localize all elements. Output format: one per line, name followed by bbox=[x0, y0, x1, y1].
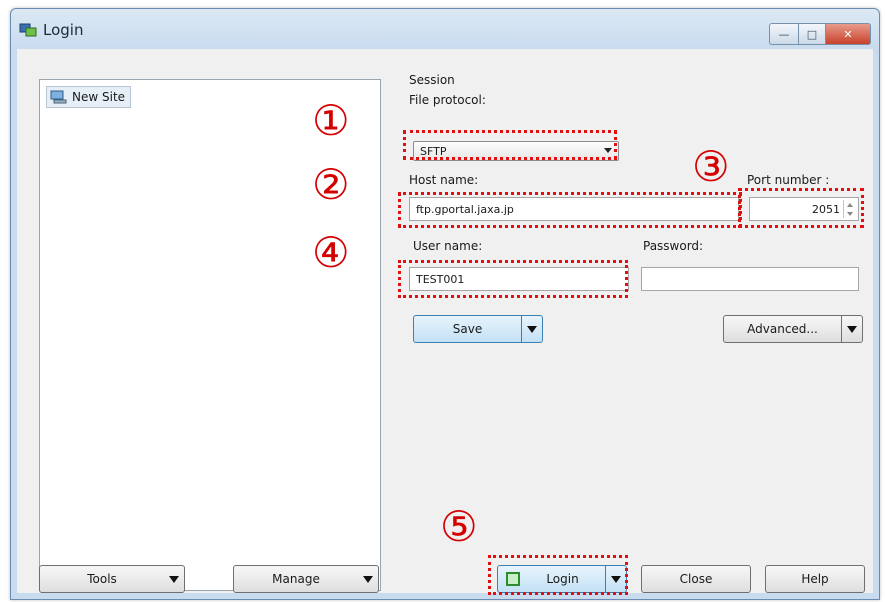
host-name-input[interactable]: ftp.gportal.jaxa.jp bbox=[409, 197, 739, 221]
help-button-label: Help bbox=[801, 572, 829, 586]
close-button[interactable]: Close bbox=[641, 565, 751, 593]
minimize-button[interactable]: — bbox=[769, 23, 799, 45]
annotation-marker-2: ② bbox=[312, 160, 350, 209]
chevron-down-icon bbox=[847, 325, 857, 333]
chevron-down-icon bbox=[363, 575, 373, 583]
chevron-down-icon bbox=[611, 575, 621, 583]
tools-button[interactable]: Tools bbox=[39, 565, 185, 593]
minimize-icon: — bbox=[778, 27, 790, 41]
site-tree[interactable]: New Site bbox=[39, 79, 381, 591]
site-tree-item-label: New Site bbox=[72, 90, 126, 104]
annotation-marker-3: ③ bbox=[692, 142, 730, 191]
port-number-input[interactable]: 2051 bbox=[749, 197, 859, 221]
spin-down-icon bbox=[847, 211, 853, 216]
annotation-marker-5: ⑤ bbox=[440, 502, 478, 551]
login-icon bbox=[506, 572, 520, 586]
window-title: Login bbox=[43, 21, 84, 39]
file-protocol-label: File protocol: bbox=[409, 93, 486, 107]
chevron-down-icon bbox=[604, 148, 612, 153]
advanced-button-label: Advanced... bbox=[747, 322, 818, 336]
annotation-marker-4: ④ bbox=[312, 228, 350, 277]
annotation-marker-1: ① bbox=[312, 96, 350, 145]
close-icon: ✕ bbox=[843, 27, 853, 41]
close-button-label: Close bbox=[679, 572, 713, 586]
save-button[interactable]: Save bbox=[413, 315, 543, 343]
file-protocol-value: SFTP bbox=[420, 144, 447, 158]
tools-dropdown[interactable] bbox=[164, 566, 184, 592]
port-spinner[interactable] bbox=[843, 200, 856, 218]
title-bar[interactable]: Login — □ ✕ bbox=[11, 9, 879, 51]
manage-button[interactable]: Manage bbox=[233, 565, 379, 593]
session-group-label: Session bbox=[409, 73, 455, 87]
port-number-label: Port number : bbox=[747, 173, 830, 187]
close-window-button[interactable]: ✕ bbox=[826, 23, 871, 45]
maximize-button[interactable]: □ bbox=[799, 23, 826, 45]
tools-button-label: Tools bbox=[87, 572, 117, 586]
save-dropdown[interactable] bbox=[521, 316, 542, 342]
chevron-down-icon bbox=[527, 325, 537, 333]
manage-dropdown[interactable] bbox=[358, 566, 378, 592]
file-protocol-select[interactable]: SFTP bbox=[413, 141, 619, 161]
help-button[interactable]: Help bbox=[765, 565, 865, 593]
host-name-label: Host name: bbox=[409, 173, 479, 187]
port-number-value: 2051 bbox=[812, 202, 840, 216]
advanced-dropdown[interactable] bbox=[841, 316, 862, 342]
login-button-label: Login bbox=[546, 572, 579, 586]
advanced-button[interactable]: Advanced... bbox=[723, 315, 863, 343]
computer-icon bbox=[50, 90, 67, 104]
app-icon bbox=[19, 23, 37, 37]
password-label: Password: bbox=[643, 239, 704, 253]
login-button[interactable]: Login bbox=[497, 565, 627, 593]
user-name-value: TEST001 bbox=[416, 272, 465, 286]
manage-button-label: Manage bbox=[272, 572, 320, 586]
save-button-label: Save bbox=[452, 322, 483, 336]
login-dropdown[interactable] bbox=[605, 566, 626, 592]
user-name-input[interactable]: TEST001 bbox=[409, 267, 629, 291]
window-controls: — □ ✕ bbox=[769, 23, 871, 45]
spin-up-icon bbox=[847, 202, 853, 207]
password-input[interactable] bbox=[641, 267, 859, 291]
site-tree-item-new-site[interactable]: New Site bbox=[46, 86, 132, 108]
host-name-value: ftp.gportal.jaxa.jp bbox=[416, 202, 514, 216]
user-name-label: User name: bbox=[413, 239, 483, 253]
chevron-down-icon bbox=[169, 575, 179, 583]
maximize-icon: □ bbox=[806, 27, 818, 41]
